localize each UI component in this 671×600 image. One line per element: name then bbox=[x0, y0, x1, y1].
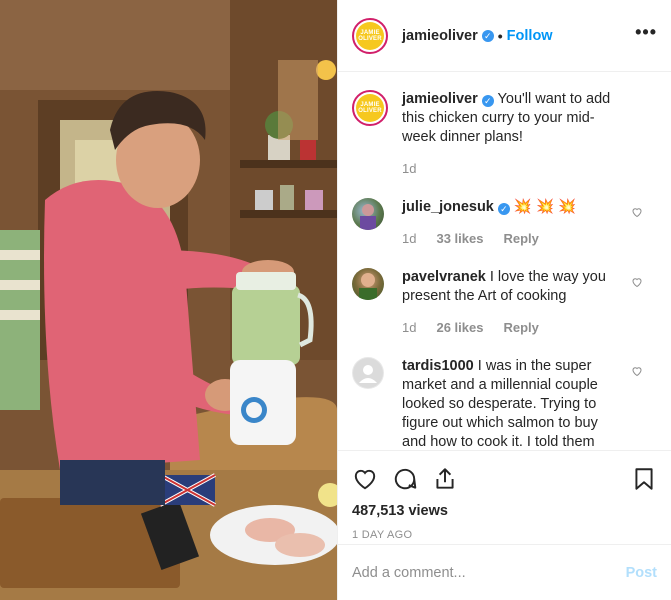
comment-bubble-icon[interactable] bbox=[392, 466, 418, 492]
add-comment-bar: Post bbox=[338, 544, 671, 600]
comment-body: tardis1000 I was in the super market and… bbox=[402, 357, 616, 450]
post-comment-button[interactable]: Post bbox=[626, 565, 657, 581]
like-comment-heart-icon[interactable] bbox=[631, 365, 643, 377]
like-comment-heart-icon[interactable] bbox=[631, 206, 643, 218]
verified-badge-icon: ✓ bbox=[481, 29, 494, 42]
caption-meta: 1d bbox=[402, 159, 616, 178]
post-video[interactable] bbox=[0, 0, 337, 600]
avatar-photo bbox=[359, 273, 377, 300]
comment-text: 💥 💥 💥 bbox=[513, 199, 577, 215]
comment-item: tardis1000 I was in the super market and… bbox=[352, 357, 657, 450]
post-caption: JAMIE OLIVER jamieoliver ✓ You'll want to… bbox=[352, 90, 657, 178]
comment-item: pavelvranek I love the way you present t… bbox=[352, 268, 657, 337]
commenter-avatar[interactable] bbox=[352, 268, 384, 300]
comment-meta: 1d 33 likes Reply bbox=[402, 229, 616, 248]
caption-age[interactable]: 1d bbox=[402, 159, 416, 178]
comment-body: pavelvranek I love the way you present t… bbox=[402, 268, 616, 337]
action-icons bbox=[352, 457, 657, 501]
author-avatar[interactable]: JAMIE OLIVER bbox=[352, 17, 388, 54]
verified-badge-icon: ✓ bbox=[481, 95, 494, 107]
commenter-avatar[interactable] bbox=[352, 198, 384, 230]
instagram-post: JAMIE OLIVER jamieoliver ✓ • Follow ••• … bbox=[0, 0, 671, 600]
like-heart-icon[interactable] bbox=[352, 466, 378, 492]
separator-dot: • bbox=[497, 27, 503, 44]
comment-username[interactable]: pavelvranek bbox=[402, 269, 486, 285]
comment-age[interactable]: 1d bbox=[402, 229, 416, 248]
comment-username[interactable]: tardis1000 bbox=[402, 358, 474, 374]
view-count[interactable]: 487,513 views bbox=[352, 503, 657, 519]
comment-likes[interactable]: 33 likes bbox=[436, 229, 483, 248]
author-logo: JAMIE OLIVER bbox=[356, 21, 384, 50]
follow-button[interactable]: Follow bbox=[507, 28, 553, 44]
video-frame-illustration bbox=[0, 0, 337, 600]
post-header: JAMIE OLIVER jamieoliver ✓ • Follow ••• bbox=[338, 0, 671, 72]
caption-avatar[interactable]: JAMIE OLIVER bbox=[352, 90, 388, 126]
comment-input[interactable] bbox=[352, 564, 626, 581]
post-actions: 487,513 views 1 DAY AGO Post bbox=[338, 450, 671, 600]
caption-logo-line-2: OLIVER bbox=[358, 108, 382, 114]
caption-username[interactable]: jamieoliver bbox=[402, 91, 478, 107]
post-side-panel: JAMIE OLIVER jamieoliver ✓ • Follow ••• … bbox=[337, 0, 671, 600]
comment-age[interactable]: 1d bbox=[402, 318, 416, 337]
comment-likes[interactable]: 26 likes bbox=[436, 318, 483, 337]
logo-line-2: OLIVER bbox=[358, 35, 382, 42]
verified-badge-icon: ✓ bbox=[497, 203, 510, 215]
like-comment-heart-icon[interactable] bbox=[631, 276, 643, 288]
author-username[interactable]: jamieoliver bbox=[402, 28, 478, 44]
commenter-avatar[interactable] bbox=[352, 357, 384, 389]
reply-button[interactable]: Reply bbox=[503, 318, 538, 337]
comment-username[interactable]: julie_jonesuk bbox=[402, 199, 494, 215]
more-options-icon[interactable]: ••• bbox=[635, 23, 657, 45]
bookmark-icon[interactable] bbox=[631, 466, 657, 492]
reply-button[interactable]: Reply bbox=[503, 229, 538, 248]
default-avatar-icon bbox=[353, 358, 383, 388]
comments-list[interactable]: JAMIE OLIVER jamieoliver ✓ You'll want to… bbox=[338, 72, 671, 450]
post-date[interactable]: 1 DAY AGO bbox=[352, 529, 657, 541]
comment-item: julie_jonesuk ✓ 💥 💥 💥 1d 33 likes Reply bbox=[352, 198, 657, 248]
share-icon[interactable] bbox=[432, 466, 458, 492]
caption-logo: JAMIE OLIVER bbox=[356, 94, 384, 122]
caption-body: jamieoliver ✓ You'll want to add this chi… bbox=[402, 90, 616, 178]
avatar-photo bbox=[360, 204, 376, 230]
comment-meta: 1d 26 likes Reply bbox=[402, 318, 616, 337]
comment-body: julie_jonesuk ✓ 💥 💥 💥 1d 33 likes Reply bbox=[402, 198, 616, 248]
